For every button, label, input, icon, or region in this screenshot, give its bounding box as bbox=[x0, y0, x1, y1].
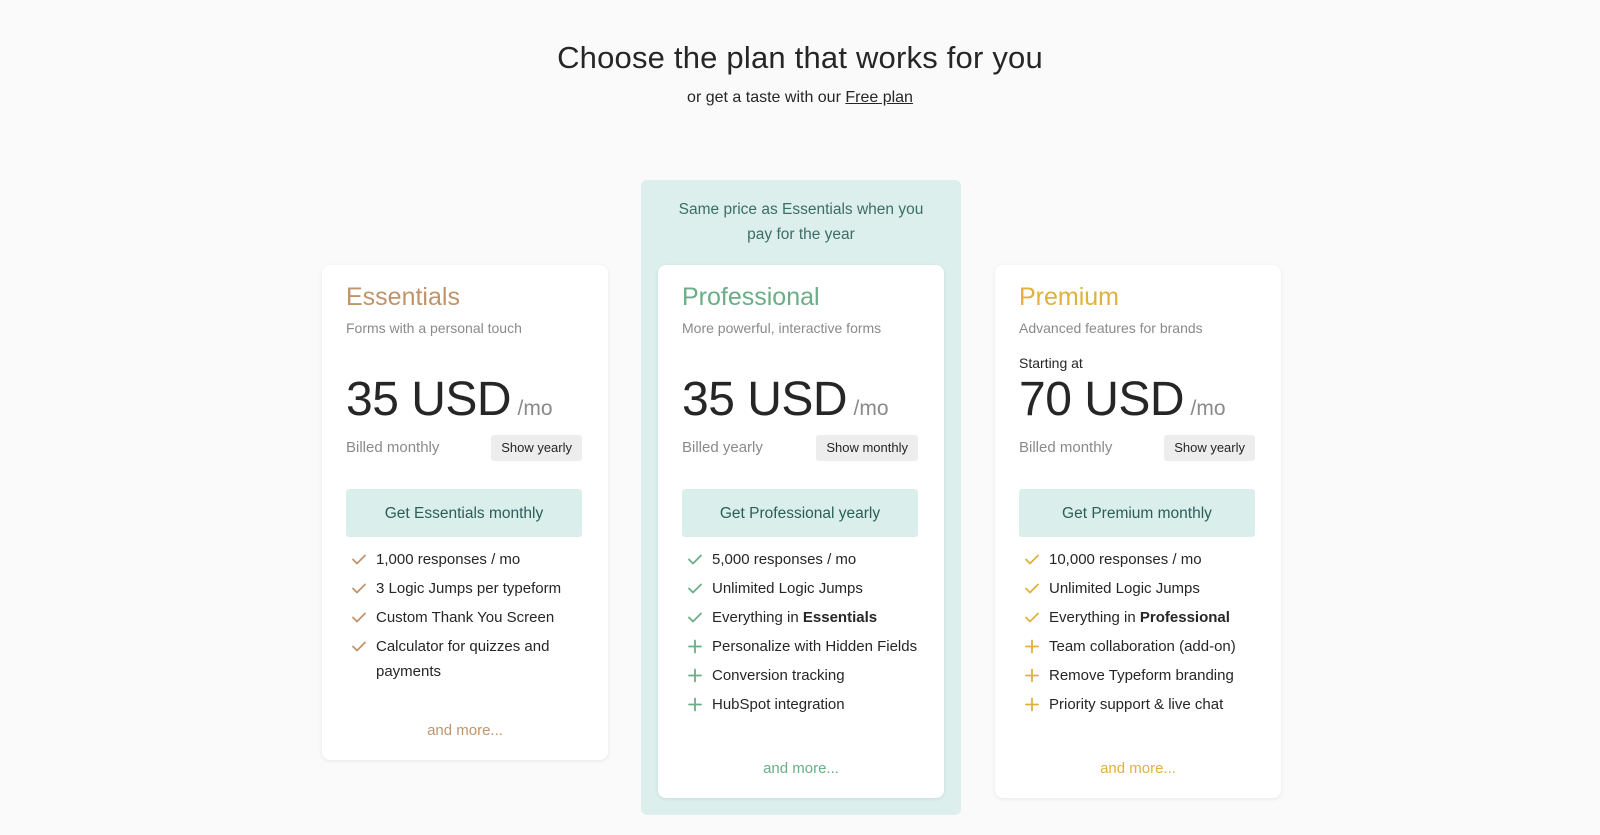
pricing-page: Choose the plan that works for you or ge… bbox=[0, 0, 1600, 835]
feature-text: Conversion tracking bbox=[712, 667, 845, 684]
feature-item: Remove Typeform branding bbox=[1019, 663, 1259, 688]
and-more-link[interactable]: and more... bbox=[658, 760, 944, 777]
check-icon bbox=[352, 641, 366, 652]
check-icon bbox=[1025, 554, 1039, 565]
feature-list: 5,000 responses / mo Unlimited Logic Jump… bbox=[682, 547, 922, 721]
plus-icon bbox=[688, 697, 702, 712]
plan-name: Essentials bbox=[346, 283, 460, 311]
plan-card-essentials: Essentials Forms with a personal touch 3… bbox=[322, 265, 608, 760]
feature-text: Everything in bbox=[1049, 609, 1140, 626]
plan-description: More powerful, interactive forms bbox=[682, 320, 882, 336]
billing-row: Billed monthly Show yearly bbox=[346, 435, 582, 461]
feature-item: Calculator for quizzes and payments bbox=[346, 634, 586, 684]
check-icon bbox=[352, 583, 366, 594]
check-icon bbox=[352, 554, 366, 565]
highlight-line-1: Same price as Essentials when you bbox=[678, 201, 924, 218]
feature-text: HubSpot integration bbox=[712, 696, 845, 713]
plus-icon bbox=[1025, 639, 1039, 654]
feature-text: 5,000 responses / mo bbox=[712, 551, 857, 568]
feature-emphasis: Essentials bbox=[802, 609, 878, 626]
plan-card-premium: Premium Advanced features for brands Sta… bbox=[995, 265, 1281, 798]
plan-price: 35 USD /mo bbox=[682, 372, 889, 427]
feature-text: 1,000 responses / mo bbox=[376, 551, 521, 568]
feature-item: Priority support & live chat bbox=[1019, 692, 1259, 717]
feature-item: Custom Thank You Screen bbox=[346, 605, 586, 630]
plan-description: Forms with a personal touch bbox=[346, 320, 522, 336]
billing-toggle-button[interactable]: Show monthly bbox=[816, 435, 918, 461]
plan-price: 35 USD /mo bbox=[346, 372, 553, 427]
check-icon bbox=[688, 554, 702, 565]
plan-description: Advanced features for brands bbox=[1019, 320, 1203, 336]
plus-icon bbox=[688, 668, 702, 683]
feature-item: 3 Logic Jumps per typeform bbox=[346, 576, 586, 601]
feature-item: Conversion tracking bbox=[682, 663, 922, 688]
feature-list: 1,000 responses / mo 3 Logic Jumps per ty… bbox=[346, 547, 586, 688]
price-unit: /mo bbox=[517, 397, 553, 420]
get-plan-button[interactable]: Get Essentials monthly bbox=[346, 489, 582, 537]
feature-text: Unlimited Logic Jumps bbox=[1049, 580, 1200, 597]
feature-item: Everything in Professional bbox=[1019, 605, 1259, 630]
free-plan-link[interactable]: Free plan bbox=[845, 89, 913, 106]
billing-row: Billed yearly Show monthly bbox=[682, 435, 918, 461]
feature-text: Calculator for quizzes and payments bbox=[376, 638, 550, 680]
feature-item: 5,000 responses / mo bbox=[682, 547, 922, 572]
page-subtitle: or get a taste with our Free plan bbox=[0, 89, 1600, 107]
feature-item: Unlimited Logic Jumps bbox=[682, 576, 922, 601]
plan-price: 70 USD /mo bbox=[1019, 372, 1226, 427]
price-amount: 70 USD bbox=[1019, 373, 1185, 426]
feature-item: Everything in Essentials bbox=[682, 605, 922, 630]
highlight-line-2: pay for the year bbox=[747, 226, 855, 243]
page-title: Choose the plan that works for you bbox=[557, 40, 1043, 75]
feature-text: 10,000 responses / mo bbox=[1049, 551, 1202, 568]
billing-period: Billed monthly bbox=[346, 439, 440, 456]
feature-text: Unlimited Logic Jumps bbox=[712, 580, 863, 597]
check-icon bbox=[688, 612, 702, 623]
feature-item: Unlimited Logic Jumps bbox=[1019, 576, 1259, 601]
price-unit: /mo bbox=[853, 397, 889, 420]
billing-toggle-button[interactable]: Show yearly bbox=[1164, 435, 1255, 461]
subtitle-text: or get a taste with our bbox=[687, 89, 846, 106]
feature-emphasis: Professional bbox=[1139, 609, 1230, 626]
feature-text: Remove Typeform branding bbox=[1049, 667, 1234, 684]
feature-item: 1,000 responses / mo bbox=[346, 547, 586, 572]
feature-item: Team collaboration (add-on) bbox=[1019, 634, 1259, 659]
get-plan-button[interactable]: Get Premium monthly bbox=[1019, 489, 1255, 537]
feature-text: Priority support & live chat bbox=[1049, 696, 1224, 713]
and-more-link[interactable]: and more... bbox=[995, 760, 1281, 777]
feature-item: 10,000 responses / mo bbox=[1019, 547, 1259, 572]
get-plan-button[interactable]: Get Professional yearly bbox=[682, 489, 918, 537]
feature-item: Personalize with Hidden Fields bbox=[682, 634, 922, 659]
billing-toggle-button[interactable]: Show yearly bbox=[491, 435, 582, 461]
billing-period: Billed monthly bbox=[1019, 439, 1113, 456]
plus-icon bbox=[1025, 668, 1039, 683]
feature-text: 3 Logic Jumps per typeform bbox=[376, 580, 562, 597]
check-icon bbox=[352, 612, 366, 623]
check-icon bbox=[1025, 583, 1039, 594]
highlight-note: Same price as Essentials when you pay fo… bbox=[641, 197, 961, 247]
plan-card-professional: Professional More powerful, interactive … bbox=[658, 265, 944, 798]
feature-item: HubSpot integration bbox=[682, 692, 922, 717]
feature-text: Custom Thank You Screen bbox=[376, 609, 555, 626]
feature-text: Everything in bbox=[712, 609, 803, 626]
plus-icon bbox=[1025, 697, 1039, 712]
billing-row: Billed monthly Show yearly bbox=[1019, 435, 1255, 461]
starting-at-label: Starting at bbox=[1019, 355, 1083, 371]
plan-name: Professional bbox=[682, 283, 820, 311]
plan-name: Premium bbox=[1019, 283, 1120, 311]
feature-list: 10,000 responses / mo Unlimited Logic Jum… bbox=[1019, 547, 1259, 721]
price-amount: 35 USD bbox=[346, 373, 512, 426]
check-icon bbox=[1025, 612, 1039, 623]
plus-icon bbox=[688, 639, 702, 654]
check-icon bbox=[688, 583, 702, 594]
feature-text: Personalize with Hidden Fields bbox=[712, 638, 918, 655]
billing-period: Billed yearly bbox=[682, 439, 763, 456]
and-more-link[interactable]: and more... bbox=[322, 722, 608, 739]
price-amount: 35 USD bbox=[682, 373, 848, 426]
feature-text: Team collaboration (add-on) bbox=[1049, 638, 1236, 655]
price-unit: /mo bbox=[1190, 397, 1226, 420]
